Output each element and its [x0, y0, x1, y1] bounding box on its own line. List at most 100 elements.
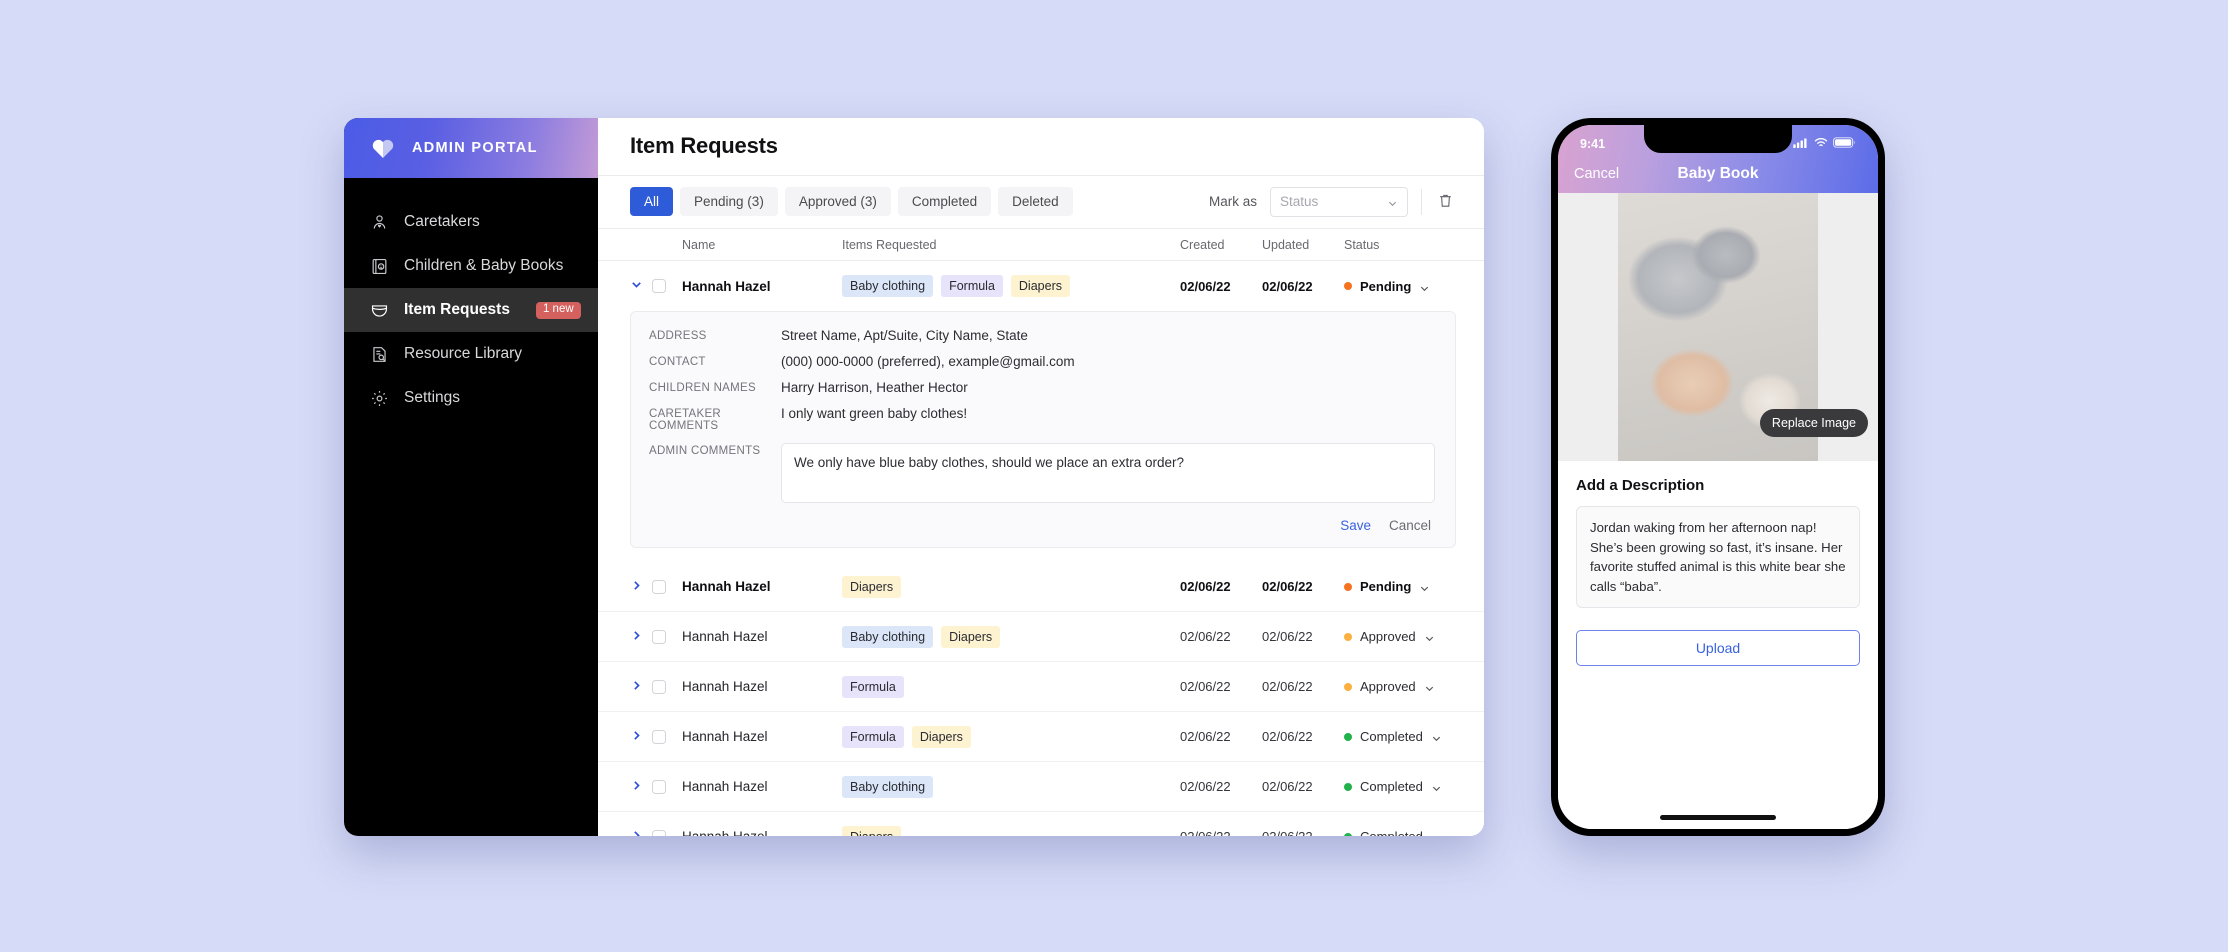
status-dot — [1344, 832, 1352, 836]
cell-status[interactable]: Pending — [1344, 579, 1456, 594]
column-header-updated: Updated — [1262, 237, 1310, 252]
chevron-down-icon — [1431, 731, 1442, 742]
sidebar-item-item-requests[interactable]: Item Requests 1 new — [344, 288, 598, 332]
delete-button[interactable] — [1435, 190, 1456, 214]
row-checkbox[interactable] — [652, 279, 666, 294]
row-expand-cell — [630, 779, 652, 795]
cell-items: Baby clothing Formula Diapers — [842, 275, 1180, 298]
tab-completed[interactable]: Completed — [897, 187, 992, 217]
cell-status[interactable]: Pending — [1344, 279, 1456, 294]
sidebar-item-settings[interactable]: Settings — [344, 376, 598, 420]
chevron-down-icon — [1387, 196, 1398, 207]
chevron-right-icon — [630, 829, 643, 836]
cell-status[interactable]: Completed — [1344, 779, 1456, 794]
cell-items: Formula Diapers — [842, 725, 1180, 748]
cell-status[interactable]: Approved — [1344, 629, 1456, 644]
tab-approved[interactable]: Approved (3) — [784, 187, 891, 217]
cell-status[interactable]: Completed — [1344, 829, 1456, 836]
chevron-down-icon — [1419, 281, 1430, 292]
chevron-down-icon — [630, 278, 643, 294]
chevron-down-icon — [1424, 681, 1435, 692]
tab-all[interactable]: All — [630, 187, 674, 217]
tag-list: Baby clothing — [842, 775, 1180, 798]
save-button[interactable]: Save — [1340, 518, 1371, 533]
detail-value: Street Name, Apt/Suite, City Name, State — [781, 328, 1028, 344]
cellular-signal-icon — [1793, 135, 1809, 153]
row-expand-cell — [630, 679, 652, 695]
row-checkbox[interactable] — [652, 629, 666, 644]
page-header: Item Requests — [598, 118, 1484, 176]
sidebar-item-children-baby-books[interactable]: Children & Baby Books — [344, 244, 598, 288]
tag-list: Baby clothing Diapers — [842, 625, 1180, 648]
status-badge: Completed — [1360, 829, 1423, 836]
screen-root: ADMIN PORTAL Caretakers Children & Baby … — [0, 0, 2228, 952]
row-expand-cell — [630, 579, 652, 595]
expand-row-button[interactable] — [630, 829, 644, 836]
sidebar: ADMIN PORTAL Caretakers Children & Baby … — [344, 118, 598, 836]
sidebar-item-caretakers[interactable]: Caretakers — [344, 200, 598, 244]
row-checkbox-cell — [652, 729, 682, 744]
upload-button[interactable]: Upload — [1576, 630, 1860, 667]
sidebar-item-resource-library[interactable]: Resource Library — [344, 332, 598, 376]
item-tag: Diapers — [941, 625, 1001, 648]
cell-created: 02/06/22 — [1180, 779, 1231, 795]
brand-title: ADMIN PORTAL — [412, 140, 538, 156]
row-checkbox[interactable] — [652, 729, 666, 744]
home-indicator — [1660, 815, 1776, 820]
row-checkbox[interactable] — [652, 679, 666, 694]
cell-name: Hannah Hazel — [682, 779, 768, 795]
column-header-items: Items Requested — [842, 237, 937, 252]
table-row[interactable]: Hannah Hazel Formula 02/06/22 02/06/22 A… — [598, 662, 1484, 713]
table-row[interactable]: Hannah Hazel Formula Diapers 02/06/22 02… — [598, 712, 1484, 763]
detail-row-caretaker-comments: CARETAKER COMMENTS I only want green bab… — [649, 406, 1435, 432]
row-checkbox[interactable] — [652, 779, 666, 794]
chevron-down-icon — [1419, 581, 1430, 592]
table-row[interactable]: Hannah Hazel Baby clothing Diapers 02/06… — [598, 612, 1484, 663]
table-row[interactable]: Hannah Hazel Diapers 02/06/22 02/06/22 C… — [598, 812, 1484, 836]
row-expand-cell — [630, 629, 652, 645]
expand-row-button[interactable] — [630, 679, 644, 695]
cell-status[interactable]: Completed — [1344, 729, 1456, 744]
detail-label: ADMIN COMMENTS — [649, 445, 761, 458]
expand-row-button[interactable] — [630, 729, 644, 745]
sidebar-item-label: Children & Baby Books — [404, 257, 564, 274]
row-checkbox-cell — [652, 629, 682, 644]
mark-as-label: Mark as — [1208, 194, 1257, 210]
replace-image-button[interactable]: Replace Image — [1759, 409, 1868, 437]
row-checkbox-cell — [652, 829, 682, 836]
status-dot — [1344, 732, 1352, 741]
status-badge: Completed — [1360, 729, 1423, 745]
table-row[interactable]: Hannah Hazel Baby clothing Formula Diape… — [598, 261, 1484, 311]
sidebar-item-label: Caretakers — [404, 213, 480, 230]
cell-updated: 02/06/22 — [1262, 729, 1313, 745]
admin-comments-input[interactable]: We only have blue baby clothes, should w… — [781, 443, 1435, 504]
status-select[interactable]: Status — [1270, 186, 1408, 217]
tab-pending[interactable]: Pending (3) — [680, 187, 778, 217]
cell-created: 02/06/22 — [1180, 679, 1231, 695]
detail-row-address: ADDRESS Street Name, Apt/Suite, City Nam… — [649, 328, 1435, 343]
item-tag: Baby clothing — [842, 625, 934, 648]
expand-row-button[interactable] — [630, 779, 644, 795]
row-expand-cell — [630, 729, 652, 745]
cancel-button[interactable]: Cancel — [1389, 518, 1431, 533]
cell-created: 02/06/22 — [1180, 579, 1231, 595]
phone-cancel-button[interactable]: Cancel — [1574, 166, 1619, 182]
cell-status[interactable]: Approved — [1344, 679, 1456, 694]
expand-row-button[interactable] — [630, 629, 644, 645]
row-detail-panel: ADDRESS Street Name, Apt/Suite, City Nam… — [630, 311, 1456, 549]
description-input[interactable]: Jordan waking from her afternoon nap! Sh… — [1576, 506, 1860, 609]
phone-status-bar: 9:41 — [1558, 133, 1878, 155]
cell-updated: 02/06/22 — [1262, 779, 1313, 795]
tab-deleted[interactable]: Deleted — [998, 187, 1073, 217]
table-row[interactable]: Hannah Hazel Baby clothing 02/06/22 02/0… — [598, 762, 1484, 813]
detail-actions: Save Cancel — [649, 514, 1435, 535]
collapse-row-button[interactable] — [630, 278, 644, 294]
expand-row-button[interactable] — [630, 579, 644, 595]
column-header-created: Created — [1180, 237, 1225, 252]
chevron-right-icon — [630, 779, 643, 795]
tag-list: Diapers — [842, 825, 1180, 836]
row-checkbox[interactable] — [652, 579, 666, 594]
table-row[interactable]: Hannah Hazel Diapers 02/06/22 02/06/22 P… — [598, 562, 1484, 613]
item-tag: Diapers — [1010, 275, 1070, 298]
row-checkbox[interactable] — [652, 829, 666, 836]
